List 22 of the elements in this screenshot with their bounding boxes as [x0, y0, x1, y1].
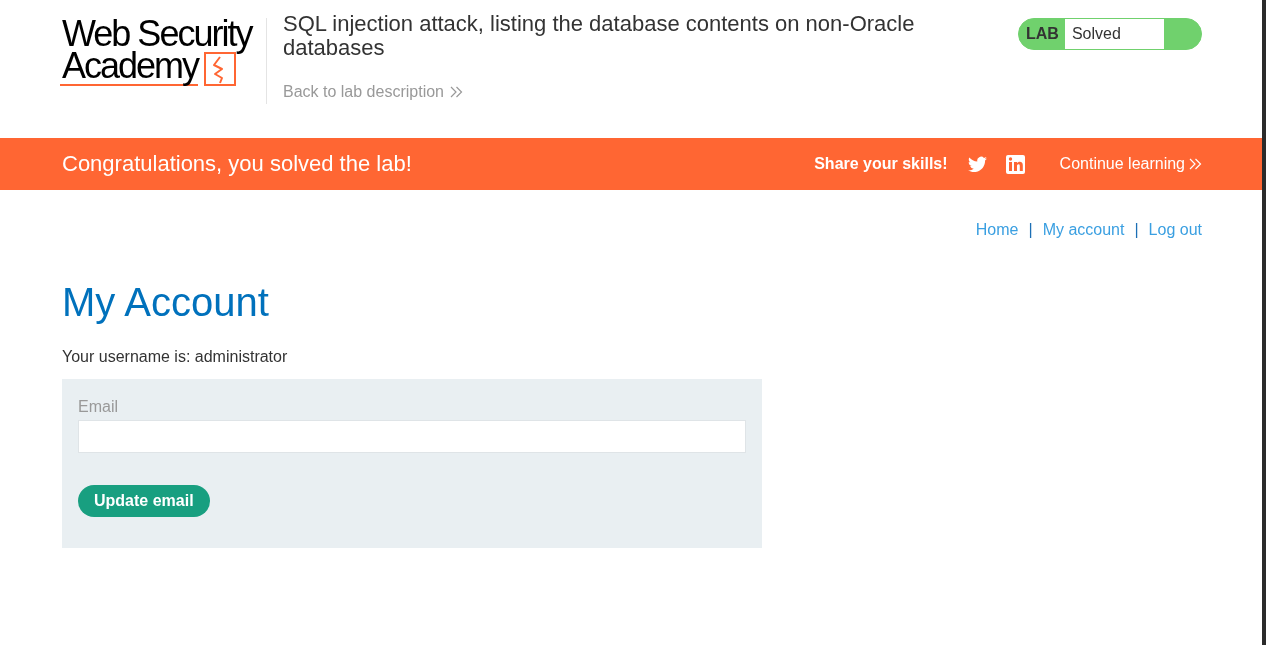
double-chevron-icon [1189, 158, 1202, 170]
status-value: Solved [1064, 19, 1164, 49]
lab-title: SQL injection attack, listing the database contents on non-Oracle databases [283, 12, 916, 60]
nav-link[interactable]: Log out [1148, 220, 1202, 240]
share-label: Share your skills! [814, 154, 948, 174]
lightning-box-icon [204, 52, 237, 86]
continue-link[interactable]: Continue learning [1059, 152, 1202, 176]
banner-message: Congratulations, you solved the lab! [62, 151, 412, 177]
double-chevron-icon [450, 86, 463, 98]
bird-icon[interactable] [967, 156, 987, 172]
email-label: Email [78, 397, 119, 417]
page-heading: My Account [62, 279, 270, 326]
email-input[interactable] [78, 420, 746, 453]
nav-link[interactable]: My account [1042, 220, 1125, 240]
nav-separator: | [1028, 220, 1033, 240]
lab-label: LAB [1025, 24, 1060, 44]
in-square-icon[interactable] [1005, 154, 1025, 174]
update-email-button[interactable]: Update email [78, 485, 210, 517]
nav-link[interactable]: Home [975, 220, 1019, 240]
username-text: Your username is: administrator [62, 347, 289, 367]
back-link[interactable]: Back to lab description [283, 82, 463, 102]
nav-separator: | [1134, 220, 1139, 240]
